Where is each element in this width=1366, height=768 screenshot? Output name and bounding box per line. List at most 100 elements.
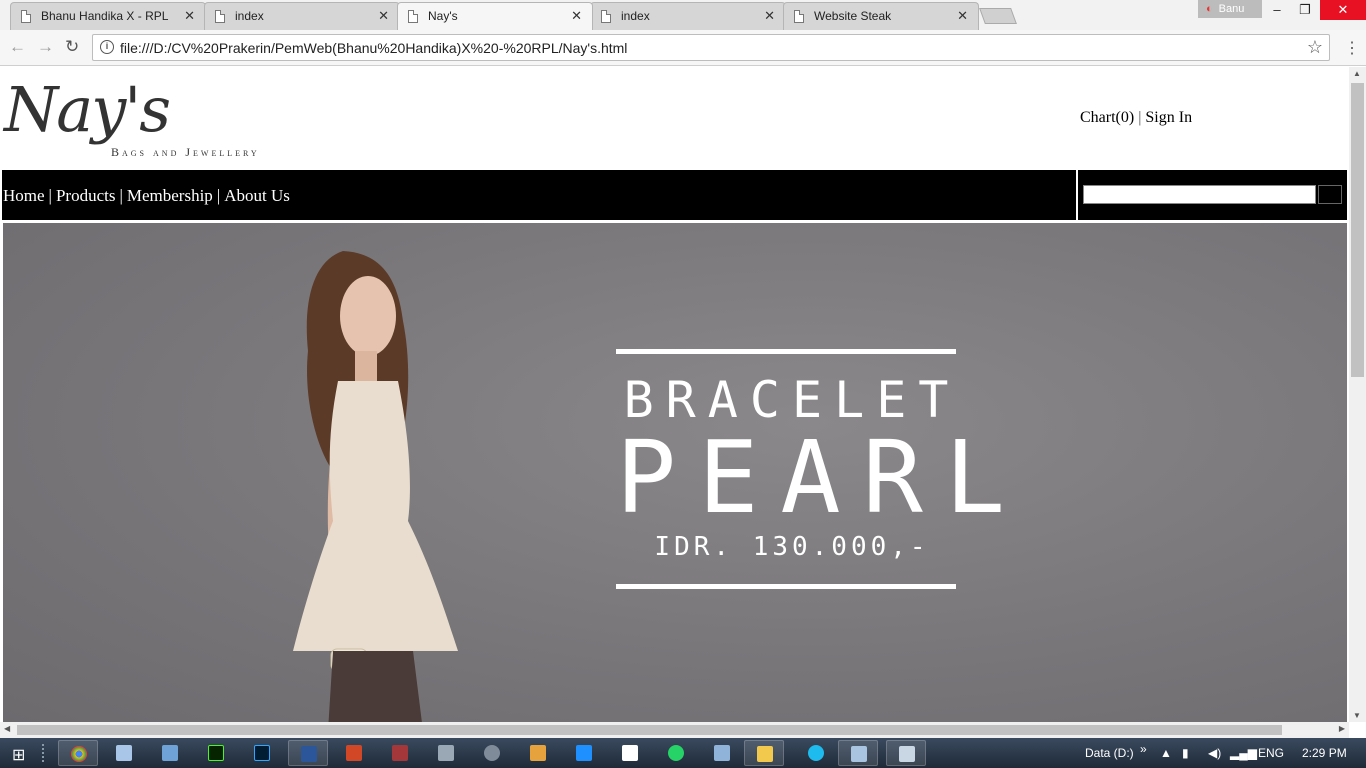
- powerpoint-icon: [346, 745, 362, 761]
- media-app[interactable]: [426, 740, 466, 766]
- word-icon: [301, 746, 317, 762]
- address-bar[interactable]: i file:///D:/CV%20Prakerin/PemWeb(Bhanu%…: [92, 34, 1330, 61]
- document-icon: [794, 10, 804, 23]
- menu-icon[interactable]: ⋮: [1344, 38, 1360, 58]
- notepad-icon: [116, 745, 132, 761]
- nav-separator: |: [48, 186, 52, 205]
- tools-app[interactable]: [886, 740, 926, 766]
- photoshop-icon: [254, 745, 270, 761]
- new-tab-button[interactable]: [979, 8, 1017, 24]
- sync-icon: [576, 745, 592, 761]
- ie-app[interactable]: [796, 740, 836, 766]
- close-icon[interactable]: ✕: [764, 8, 775, 24]
- scroll-thumb[interactable]: [1351, 83, 1364, 377]
- dreamweaver-icon: [208, 745, 224, 761]
- scroll-thumb[interactable]: [17, 725, 1282, 735]
- internet-explorer-icon: [808, 745, 824, 761]
- network-app[interactable]: [518, 740, 558, 766]
- horizontal-scrollbar[interactable]: ◀ ▶: [0, 722, 1349, 738]
- vertical-scrollbar[interactable]: ▲ ▼: [1349, 67, 1366, 722]
- scroll-left-icon[interactable]: ◀: [4, 724, 10, 733]
- window-close-button[interactable]: ✕: [1320, 0, 1366, 20]
- photoshop-app[interactable]: [242, 740, 282, 766]
- nav-about-us[interactable]: About Us: [224, 186, 290, 205]
- scroll-down-icon[interactable]: ▼: [1353, 711, 1361, 720]
- chart-link[interactable]: Chart(0): [1080, 109, 1134, 126]
- bookmark-star-icon[interactable]: ☆: [1307, 37, 1323, 58]
- cube-app[interactable]: [150, 740, 190, 766]
- access-app[interactable]: [380, 740, 420, 766]
- explorer-app[interactable]: [744, 740, 784, 766]
- monitor-icon: [714, 745, 730, 761]
- site-logo[interactable]: Nay's Bags and Jewellery: [4, 73, 257, 159]
- tab-index-2[interactable]: index ✕: [590, 2, 786, 30]
- document-icon: [21, 10, 31, 23]
- minimize-button[interactable]: –: [1262, 0, 1292, 20]
- document-icon: [215, 10, 225, 23]
- windows-start-icon[interactable]: ⊞: [12, 745, 25, 765]
- powerpoint-app[interactable]: [334, 740, 374, 766]
- tab-label: Website Steak: [814, 9, 892, 23]
- profile-icon: ◐: [1206, 3, 1213, 15]
- nav-membership[interactable]: Membership: [127, 186, 213, 205]
- info-icon[interactable]: i: [100, 40, 114, 54]
- folder-icon: [757, 746, 773, 762]
- taskbar-grip: [42, 744, 48, 762]
- document-icon: [601, 10, 611, 23]
- restore-button[interactable]: ❐: [1290, 0, 1320, 20]
- file-app[interactable]: [610, 740, 650, 766]
- url-text[interactable]: file:///D:/CV%20Prakerin/PemWeb(Bhanu%20…: [120, 40, 627, 56]
- globe-icon: [484, 745, 500, 761]
- nav-products[interactable]: Products: [56, 186, 116, 205]
- search-button[interactable]: [1318, 185, 1342, 204]
- sync-app[interactable]: [564, 740, 604, 766]
- profile-button[interactable]: ◐ Banu: [1198, 0, 1262, 18]
- word-app[interactable]: [288, 740, 328, 766]
- close-icon[interactable]: ✕: [957, 8, 968, 24]
- window-icon: [851, 746, 867, 762]
- chrome-app[interactable]: [58, 740, 98, 766]
- clock[interactable]: 2:29 PM: [1302, 746, 1347, 760]
- search-input[interactable]: [1083, 185, 1316, 204]
- sign-in-link[interactable]: Sign In: [1145, 109, 1192, 126]
- tab-bhanu-handika[interactable]: Bhanu Handika X - RPL ✕: [10, 2, 206, 30]
- language-indicator[interactable]: ENG: [1258, 746, 1284, 760]
- close-icon[interactable]: ✕: [378, 8, 389, 24]
- scroll-right-icon[interactable]: ▶: [1339, 724, 1345, 733]
- tab-label: Bhanu Handika X - RPL: [41, 9, 169, 23]
- tab-label: index: [235, 9, 264, 23]
- back-icon[interactable]: ←: [9, 37, 26, 57]
- signal-icon[interactable]: ▂▄▆: [1230, 746, 1257, 760]
- whatsapp-app[interactable]: [656, 740, 696, 766]
- notepad-app[interactable]: [104, 740, 144, 766]
- search-area: [1078, 170, 1347, 220]
- remote-desktop-app[interactable]: [702, 740, 742, 766]
- logo-tagline: Bags and Jewellery: [111, 145, 260, 159]
- window-app[interactable]: [838, 740, 878, 766]
- cube-icon: [162, 745, 178, 761]
- profile-name: Banu: [1218, 3, 1245, 15]
- browser-app[interactable]: [472, 740, 512, 766]
- tab-nays[interactable]: Nay's ✕: [397, 2, 593, 30]
- close-icon[interactable]: ✕: [571, 8, 582, 24]
- tab-website-steak[interactable]: Website Steak ✕: [783, 2, 979, 30]
- chevron-icon[interactable]: »: [1140, 742, 1147, 756]
- hero-bottom-rule: [616, 584, 956, 589]
- document-icon: [408, 10, 418, 23]
- tab-index-1[interactable]: index ✕: [204, 2, 400, 30]
- dreamweaver-app[interactable]: [196, 740, 236, 766]
- nav-home[interactable]: Home: [3, 186, 45, 205]
- scroll-up-icon[interactable]: ▲: [1353, 69, 1361, 78]
- power-icon[interactable]: ▮: [1182, 746, 1189, 760]
- nav-separator: |: [216, 186, 221, 205]
- hero-price: IDR. 130.000,-: [654, 532, 930, 562]
- drive-label[interactable]: Data (D:): [1085, 746, 1134, 760]
- page-viewport: Nay's Bags and Jewellery Chart(0) | Sign I…: [0, 67, 1366, 722]
- forward-icon[interactable]: →: [37, 37, 54, 57]
- volume-icon[interactable]: ◀): [1208, 746, 1221, 760]
- access-icon: [392, 745, 408, 761]
- reload-icon[interactable]: ↻: [65, 37, 79, 57]
- chrome-icon: [71, 746, 87, 762]
- close-icon[interactable]: ✕: [184, 8, 195, 24]
- show-hidden-icon[interactable]: ▲: [1160, 746, 1172, 760]
